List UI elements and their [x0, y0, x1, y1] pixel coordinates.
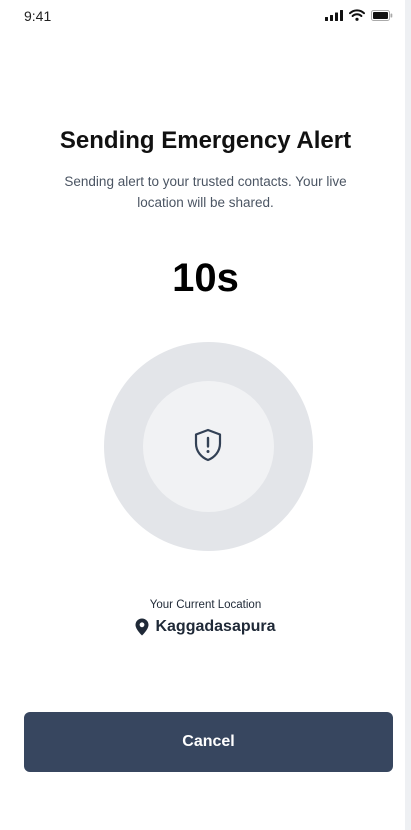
side-edge	[405, 0, 411, 830]
battery-icon	[371, 9, 393, 21]
page-subtitle: Sending alert to your trusted contacts. …	[64, 174, 347, 210]
location-name: Kaggadasapura	[155, 618, 276, 635]
location-label: Your Current Location	[149, 599, 262, 611]
cancel-button[interactable]: Cancel	[24, 712, 393, 772]
status-time: 9:41	[24, 8, 52, 24]
countdown-timer: 10s	[172, 256, 239, 300]
map-pin-icon	[135, 618, 149, 636]
wifi-icon	[349, 9, 365, 21]
shield-alert-icon	[194, 428, 222, 462]
status-icons	[325, 9, 393, 21]
status-bar: 9:41	[0, 0, 411, 28]
signal-icon	[325, 9, 343, 21]
page-title: Sending Emergency Alert	[59, 127, 352, 154]
location-row: Kaggadasapura	[0, 618, 411, 636]
emergency-alert-screen: 9:41 Sending Emergency Alert Sending ale…	[0, 0, 411, 830]
